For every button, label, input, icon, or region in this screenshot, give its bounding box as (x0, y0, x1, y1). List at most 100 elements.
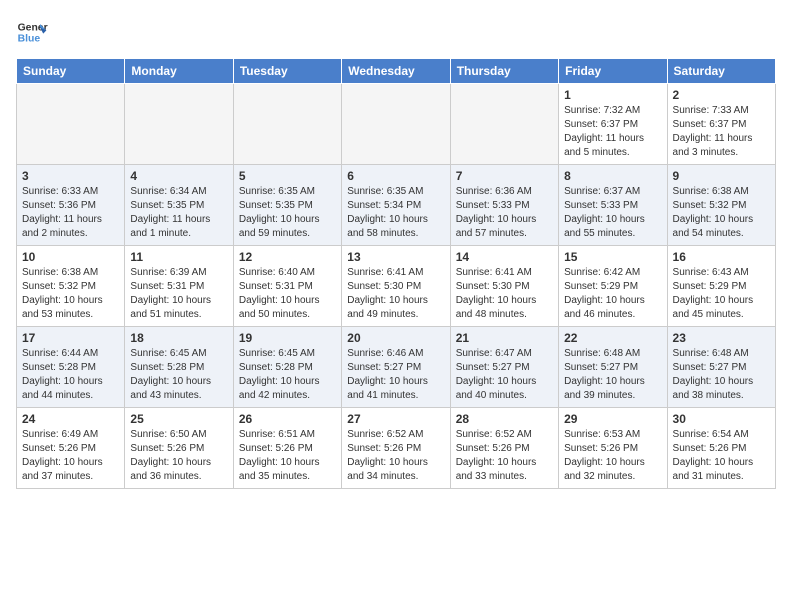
calendar-cell: 25Sunrise: 6:50 AM Sunset: 5:26 PM Dayli… (125, 408, 233, 489)
day-info: Sunrise: 6:41 AM Sunset: 5:30 PM Dayligh… (456, 266, 553, 322)
day-info: Sunrise: 6:52 AM Sunset: 5:26 PM Dayligh… (347, 428, 444, 484)
day-info: Sunrise: 6:38 AM Sunset: 5:32 PM Dayligh… (673, 185, 770, 241)
day-info: Sunrise: 6:39 AM Sunset: 5:31 PM Dayligh… (130, 266, 227, 322)
day-info: Sunrise: 6:54 AM Sunset: 5:26 PM Dayligh… (673, 428, 770, 484)
day-info: Sunrise: 6:44 AM Sunset: 5:28 PM Dayligh… (22, 347, 119, 403)
day-info: Sunrise: 6:42 AM Sunset: 5:29 PM Dayligh… (564, 266, 661, 322)
day-info: Sunrise: 6:47 AM Sunset: 5:27 PM Dayligh… (456, 347, 553, 403)
week-row-5: 24 Sunrise: 6:49 AM Sunset: 5:26 PM Dayli… (17, 408, 776, 489)
calendar-cell (342, 84, 450, 165)
calendar-cell (125, 84, 233, 165)
day-number: 16 (673, 250, 770, 264)
day-number: 14 (456, 250, 553, 264)
day-number: 18 (130, 331, 227, 345)
calendar-cell: 10 Sunrise: 6:38 AM Sunset: 5:32 PM Dayli… (17, 246, 125, 327)
day-number: 30 (673, 412, 770, 426)
weekday-header-saturday: Saturday (667, 59, 775, 84)
week-row-4: 17 Sunrise: 6:44 AM Sunset: 5:28 PM Dayli… (17, 327, 776, 408)
day-info: Sunrise: 6:51 AM Sunset: 5:26 PM Dayligh… (239, 428, 336, 484)
calendar-cell: 26 Sunrise: 6:51 AM Sunset: 5:26 PM Dayli… (233, 408, 341, 489)
day-number: 6 (347, 169, 444, 183)
calendar-cell: 12 Sunrise: 6:40 AM Sunset: 5:31 PM Dayli… (233, 246, 341, 327)
day-info: Sunrise: 6:45 AM Sunset: 5:28 PM Dayligh… (130, 347, 227, 403)
calendar-cell: 22 Sunrise: 6:48 AM Sunset: 5:27 PM Dayli… (559, 327, 667, 408)
calendar-cell: 24 Sunrise: 6:49 AM Sunset: 5:26 PM Dayli… (17, 408, 125, 489)
calendar-cell: 23 Sunrise: 6:48 AM Sunset: 5:27 PM Dayli… (667, 327, 775, 408)
day-number: 4 (130, 169, 227, 183)
calendar-cell: 2Sunrise: 7:33 AM Sunset: 6:37 PM Daylig… (667, 84, 775, 165)
page-header: General Blue (16, 16, 776, 48)
calendar-cell: 21 Sunrise: 6:47 AM Sunset: 5:27 PM Dayli… (450, 327, 558, 408)
week-row-2: 3 Sunrise: 6:33 AM Sunset: 5:36 PM Daylig… (17, 165, 776, 246)
day-number: 3 (22, 169, 119, 183)
calendar-cell: 5 Sunrise: 6:35 AM Sunset: 5:35 PM Daylig… (233, 165, 341, 246)
logo-icon: General Blue (16, 16, 48, 48)
weekday-header-monday: Monday (125, 59, 233, 84)
day-info: Sunrise: 7:32 AM Sunset: 6:37 PM Dayligh… (564, 104, 661, 160)
calendar-cell: 20Sunrise: 6:46 AM Sunset: 5:27 PM Dayli… (342, 327, 450, 408)
day-info: Sunrise: 6:38 AM Sunset: 5:32 PM Dayligh… (22, 266, 119, 322)
day-number: 15 (564, 250, 661, 264)
day-info: Sunrise: 6:40 AM Sunset: 5:31 PM Dayligh… (239, 266, 336, 322)
day-number: 13 (347, 250, 444, 264)
day-number: 21 (456, 331, 553, 345)
day-number: 23 (673, 331, 770, 345)
day-number: 24 (22, 412, 119, 426)
calendar-cell: 11 Sunrise: 6:39 AM Sunset: 5:31 PM Dayli… (125, 246, 233, 327)
calendar-cell: 17 Sunrise: 6:44 AM Sunset: 5:28 PM Dayli… (17, 327, 125, 408)
calendar-table: SundayMondayTuesdayWednesdayThursdayFrid… (16, 58, 776, 489)
calendar-cell: 27 Sunrise: 6:52 AM Sunset: 5:26 PM Dayli… (342, 408, 450, 489)
day-number: 17 (22, 331, 119, 345)
calendar-cell (233, 84, 341, 165)
day-info: Sunrise: 6:45 AM Sunset: 5:28 PM Dayligh… (239, 347, 336, 403)
week-row-3: 10 Sunrise: 6:38 AM Sunset: 5:32 PM Dayli… (17, 246, 776, 327)
day-info: Sunrise: 6:46 AM Sunset: 5:27 PM Dayligh… (347, 347, 444, 403)
day-info: Sunrise: 6:43 AM Sunset: 5:29 PM Dayligh… (673, 266, 770, 322)
day-number: 10 (22, 250, 119, 264)
day-number: 19 (239, 331, 336, 345)
calendar-cell: 30 Sunrise: 6:54 AM Sunset: 5:26 PM Dayli… (667, 408, 775, 489)
calendar-cell: 13 Sunrise: 6:41 AM Sunset: 5:30 PM Dayli… (342, 246, 450, 327)
calendar-cell (450, 84, 558, 165)
day-number: 9 (673, 169, 770, 183)
calendar-cell: 14 Sunrise: 6:41 AM Sunset: 5:30 PM Dayli… (450, 246, 558, 327)
day-number: 12 (239, 250, 336, 264)
day-info: Sunrise: 6:41 AM Sunset: 5:30 PM Dayligh… (347, 266, 444, 322)
day-info: Sunrise: 6:49 AM Sunset: 5:26 PM Dayligh… (22, 428, 119, 484)
day-number: 5 (239, 169, 336, 183)
calendar-cell: 15 Sunrise: 6:42 AM Sunset: 5:29 PM Dayli… (559, 246, 667, 327)
weekday-header-thursday: Thursday (450, 59, 558, 84)
day-number: 25 (130, 412, 227, 426)
weekday-header-wednesday: Wednesday (342, 59, 450, 84)
calendar-cell: 7Sunrise: 6:36 AM Sunset: 5:33 PM Daylig… (450, 165, 558, 246)
weekday-header-sunday: Sunday (17, 59, 125, 84)
day-info: Sunrise: 6:53 AM Sunset: 5:26 PM Dayligh… (564, 428, 661, 484)
weekday-header-friday: Friday (559, 59, 667, 84)
weekday-header-row: SundayMondayTuesdayWednesdayThursdayFrid… (17, 59, 776, 84)
day-info: Sunrise: 6:35 AM Sunset: 5:35 PM Dayligh… (239, 185, 336, 241)
day-info: Sunrise: 6:48 AM Sunset: 5:27 PM Dayligh… (673, 347, 770, 403)
calendar-cell (17, 84, 125, 165)
day-number: 22 (564, 331, 661, 345)
day-info: Sunrise: 6:35 AM Sunset: 5:34 PM Dayligh… (347, 185, 444, 241)
day-number: 27 (347, 412, 444, 426)
calendar-cell: 9 Sunrise: 6:38 AM Sunset: 5:32 PM Daylig… (667, 165, 775, 246)
day-number: 7 (456, 169, 553, 183)
day-number: 8 (564, 169, 661, 183)
logo: General Blue (16, 16, 48, 48)
day-number: 11 (130, 250, 227, 264)
calendar-cell: 1Sunrise: 7:32 AM Sunset: 6:37 PM Daylig… (559, 84, 667, 165)
day-info: Sunrise: 6:52 AM Sunset: 5:26 PM Dayligh… (456, 428, 553, 484)
day-info: Sunrise: 6:33 AM Sunset: 5:36 PM Dayligh… (22, 185, 119, 241)
calendar-cell: 19 Sunrise: 6:45 AM Sunset: 5:28 PM Dayli… (233, 327, 341, 408)
calendar-cell: 29 Sunrise: 6:53 AM Sunset: 5:26 PM Dayli… (559, 408, 667, 489)
day-number: 28 (456, 412, 553, 426)
weekday-header-tuesday: Tuesday (233, 59, 341, 84)
day-number: 2 (673, 88, 770, 102)
day-number: 26 (239, 412, 336, 426)
day-info: Sunrise: 6:48 AM Sunset: 5:27 PM Dayligh… (564, 347, 661, 403)
day-number: 29 (564, 412, 661, 426)
day-info: Sunrise: 6:34 AM Sunset: 5:35 PM Dayligh… (130, 185, 227, 241)
calendar-cell: 28 Sunrise: 6:52 AM Sunset: 5:26 PM Dayli… (450, 408, 558, 489)
calendar-cell: 8Sunrise: 6:37 AM Sunset: 5:33 PM Daylig… (559, 165, 667, 246)
